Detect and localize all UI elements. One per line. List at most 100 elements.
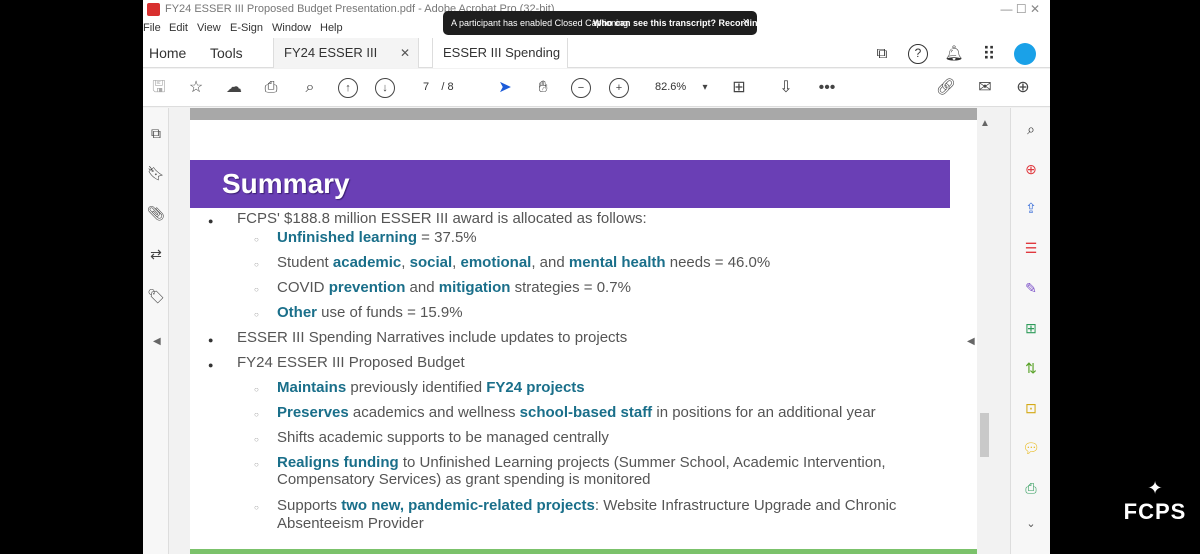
more-options-icon[interactable]: ••• (816, 77, 838, 99)
scroll-mode-icon[interactable]: ⇩ (775, 77, 797, 99)
menu-view[interactable]: View (197, 22, 221, 34)
page-top-strip (190, 108, 977, 120)
menu-edit[interactable]: Edit (169, 22, 188, 34)
account-avatar[interactable] (1014, 43, 1036, 65)
close-tab-icon[interactable]: ✕ (400, 38, 410, 68)
attachments-icon[interactable]: 📎︎ (147, 204, 165, 222)
apps-grid-icon[interactable]: ⠿ (978, 43, 1000, 65)
collapse-right-pane-icon[interactable]: ◀ (967, 336, 975, 347)
zoom-search-icon[interactable]: ⌕ (1020, 118, 1042, 140)
save-icon[interactable]: 🖫 (148, 77, 170, 99)
link-icon[interactable]: 🔗︎ (935, 77, 957, 99)
menu-esign[interactable]: E-Sign (230, 22, 263, 34)
vertical-scrollbar[interactable]: ▲ ◀ (967, 108, 991, 554)
toolbar: 🖫 ☆ ☁ ⎙ ⌕ ↑ ↓ 7 / 8 ➤ ✋︎ − + 82.6% ▾ ⊞ ⇩… (143, 69, 1050, 107)
tab-bar: Home Tools FY24 ESSER III Prop... ✕ ESSE… (143, 38, 1050, 90)
right-tools-pane: ⌕ ⊕ ⇪ ☰ ✎ ⊞ ⇅ ⊡ 💬︎ ⎙ ⌄ (1010, 108, 1050, 554)
email-icon[interactable]: ✉ (974, 77, 996, 99)
comment-icon[interactable]: 💬︎ (1020, 437, 1042, 459)
chevron-down-icon[interactable]: ⌄ (1020, 513, 1042, 535)
bullet-marker: ● (208, 360, 214, 370)
page-thumbnails-icon[interactable]: ⧉ (147, 124, 165, 142)
tag-icon[interactable]: 🏷︎ (147, 287, 165, 305)
sub-bullet-marker: ○ (254, 503, 259, 512)
left-navigation-pane: ⧉ 🔖︎ 📎︎ ⇄ 🏷︎ ◀ (143, 108, 169, 554)
notification-bell-icon[interactable]: 🔔︎ (943, 43, 965, 65)
sub-bullet-maintains: Maintains previously identified FY24 pro… (277, 379, 585, 396)
bullet-proposed-budget: FY24 ESSER III Proposed Budget (237, 354, 465, 371)
zoom-level[interactable]: 82.6% (655, 81, 686, 93)
slide-title: Summary (222, 168, 350, 199)
acrobat-app-icon (147, 3, 160, 16)
compare-icon[interactable]: ⇄ (147, 245, 165, 263)
transcript-visibility-link[interactable]: Who can see this transcript? Recording o… (593, 18, 777, 28)
acrobat-window: FY24 ESSER III Proposed Budget Presentat… (143, 0, 1050, 554)
print-icon[interactable]: ⎙ (260, 77, 282, 99)
print-production-icon[interactable]: ⎙ (1020, 477, 1042, 499)
sub-bullet-realigns-cont: Compensatory Services) as grant spending… (277, 471, 651, 488)
sub-bullet-marker: ○ (254, 310, 259, 319)
next-page-icon[interactable]: ↓ (375, 78, 395, 98)
export-pdf-icon[interactable]: ⇪ (1020, 197, 1042, 219)
edit-pdf-icon[interactable]: ⊞ (1020, 317, 1042, 339)
sub-bullet-other-funds: Other use of funds = 15.9% (277, 304, 463, 321)
bullet-marker: ● (208, 216, 214, 226)
sub-bullet-unfinished-learning: Unfinished learning = 37.5% (277, 229, 477, 246)
tab-document-1[interactable]: FY24 ESSER III Prop... ✕ (273, 38, 419, 90)
pdf-page: Summary ● FCPS' $188.8 million ESSER III… (190, 108, 977, 554)
tab-document-2[interactable]: ESSER III Spending ... (432, 38, 568, 90)
fcps-logo: ✦ FCPS (1120, 478, 1190, 538)
menu-window[interactable]: Window (272, 22, 311, 34)
sub-bullet-marker: ○ (254, 385, 259, 394)
sub-bullet-marker: ○ (254, 460, 259, 469)
select-cursor-icon[interactable]: ➤ (494, 77, 516, 99)
organize-pages-icon[interactable]: ☰ (1020, 237, 1042, 259)
compress-icon[interactable]: ⇅ (1020, 357, 1042, 379)
zoom-in-icon[interactable]: + (609, 78, 629, 98)
sub-bullet-shifts: Shifts academic supports to be managed c… (277, 429, 609, 446)
help-icon[interactable]: ? (908, 44, 928, 64)
sub-bullet-marker: ○ (254, 410, 259, 419)
page-indicator[interactable]: 7 / 8 (423, 81, 454, 93)
fill-sign-icon[interactable]: ✎ (1020, 277, 1042, 299)
share-screen-icon[interactable]: ⧉ (871, 43, 893, 65)
slide-title-banner: Summary (190, 160, 950, 208)
chevron-down-icon[interactable]: ▾ (694, 77, 716, 99)
page-fit-icon[interactable]: ⊞ (728, 77, 750, 99)
fcps-wordmark: FCPS (1123, 499, 1187, 524)
tab-tools[interactable]: Tools (210, 38, 260, 68)
previous-page-icon[interactable]: ↑ (338, 78, 358, 98)
bookmarks-icon[interactable]: 🔖︎ (147, 164, 165, 182)
create-pdf-icon[interactable]: ⊕ (1020, 158, 1042, 180)
zoom-search-icon[interactable]: ⌕ (299, 77, 321, 99)
school-crest-icon: ✦ (1147, 478, 1163, 498)
page-number-input[interactable]: 7 (423, 81, 429, 93)
account-add-icon[interactable]: ⊕ (1012, 77, 1034, 99)
sub-bullet-marker: ○ (254, 435, 259, 444)
sub-bullet-marker: ○ (254, 260, 259, 269)
menu-help[interactable]: Help (320, 22, 343, 34)
sub-bullet-marker: ○ (254, 285, 259, 294)
zoom-out-icon[interactable]: − (571, 78, 591, 98)
screen: FY24 ESSER III Proposed Budget Presentat… (0, 0, 1200, 554)
page-bottom-strip (190, 549, 977, 554)
scroll-up-icon[interactable]: ▲ (980, 118, 990, 129)
page-total: / 8 (441, 81, 454, 93)
hand-tool-icon[interactable]: ✋︎ (532, 77, 554, 99)
window-controls[interactable]: — ☐ ✕ (1001, 2, 1040, 16)
bullet-award-allocation: FCPS' $188.8 million ESSER III award is … (237, 210, 647, 227)
tab-home[interactable]: Home (149, 38, 199, 68)
bookmark-star-icon[interactable]: ☆ (185, 77, 207, 99)
sub-bullet-student-needs: Student academic, social, emotional, and… (277, 254, 771, 271)
comment-pdf-icon[interactable]: ⊡ (1020, 397, 1042, 419)
sub-bullet-supports: Supports two new, pandemic-related proje… (277, 497, 897, 514)
sub-bullet-marker: ○ (254, 235, 259, 244)
menu-file[interactable]: File (143, 22, 161, 34)
sub-bullet-realigns: Realigns funding to Unfinished Learning … (277, 454, 886, 471)
cloud-upload-icon[interactable]: ☁ (223, 77, 245, 99)
scrollbar-thumb[interactable] (980, 413, 989, 457)
close-icon[interactable]: × (743, 16, 749, 28)
collapse-left-pane-icon[interactable]: ◀ (153, 336, 161, 347)
bullet-spending-narratives: ESSER III Spending Narratives include up… (237, 329, 628, 346)
sub-bullet-covid: COVID prevention and mitigation strategi… (277, 279, 631, 296)
